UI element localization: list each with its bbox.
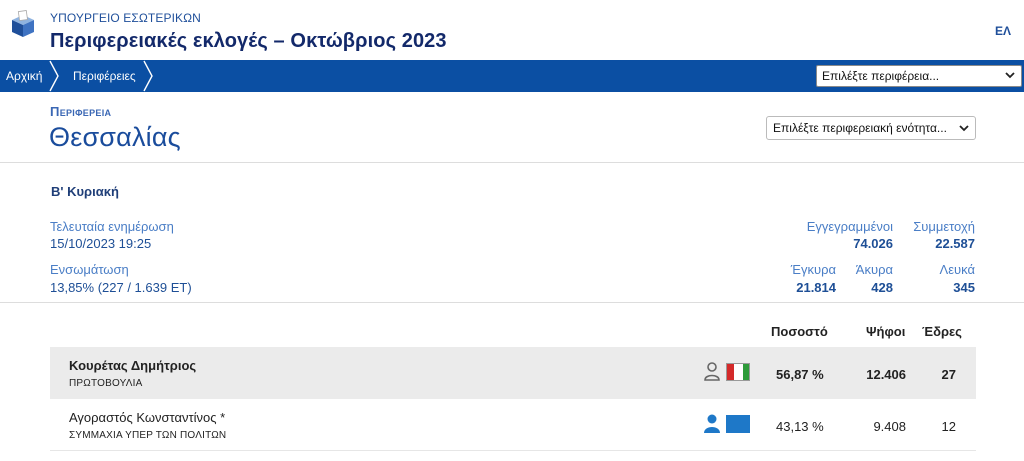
regional-unit-select[interactable]: Επιλέξτε περιφερειακή ενότητα...	[766, 116, 976, 140]
breadcrumb-regions[interactable]: Περιφέρειες	[73, 60, 136, 92]
seats-cell: 27	[941, 367, 956, 382]
person-outline-icon	[704, 362, 720, 381]
app-header: ΥΠΟΥΡΓΕΙΟ ΕΣΩΤΕΡΙΚΩΝ Περιφερειακές εκλογ…	[0, 0, 1024, 60]
divider	[0, 302, 1024, 303]
last-update-value: 15/10/2023 19:25	[50, 236, 152, 251]
turnout-value: 22.587	[935, 236, 975, 251]
region-select[interactable]: Επιλέξτε περιφέρεια...	[816, 65, 1022, 87]
registered-label: Εγγεγραμμένοι	[806, 219, 893, 234]
round-title: Β' Κυριακή	[51, 184, 119, 199]
column-header-percent: Ποσοστό	[771, 324, 828, 339]
language-switch[interactable]: ΕΛ	[995, 24, 1011, 38]
votes-cell: 9.408	[873, 419, 906, 434]
region-select-value: Επιλέξτε περιφέρεια...	[822, 69, 940, 83]
valid-label: Έγκυρα	[790, 262, 836, 277]
column-header-votes: Ψήφοι	[866, 324, 906, 339]
regional-unit-select-value: Επιλέξτε περιφερειακή ενότητα...	[773, 121, 947, 135]
blank-value: 345	[953, 280, 975, 295]
person-filled-icon	[704, 414, 720, 433]
invalid-value: 428	[871, 280, 893, 295]
candidate-name: Αγοραστός Κωνσταντίνος *	[69, 410, 226, 425]
party-colors-icon	[726, 363, 750, 381]
blank-label: Λευκά	[939, 262, 975, 277]
chevron-down-icon	[959, 125, 969, 132]
invalid-label: Άκυρα	[855, 262, 893, 277]
ballot-box-icon[interactable]	[8, 10, 38, 38]
chevron-right-icon	[49, 60, 59, 92]
seats-cell: 12	[941, 419, 956, 434]
party-name: ΣΥΜΜΑΧΙΑ ΥΠΕΡ ΤΩΝ ΠΟΛΙΤΩΝ	[69, 430, 227, 441]
last-update-label: Τελευταία ενημέρωση	[50, 219, 174, 234]
chevron-right-icon	[143, 60, 153, 92]
breadcrumb-home[interactable]: Αρχική	[6, 60, 42, 92]
region-label: Περιφερεια	[50, 104, 112, 119]
table-row[interactable]: Κουρέτας Δημήτριος ΠΡΩΤΟΒΟΥΛΙΑ 56,87 % 1…	[50, 347, 976, 399]
ministry-name[interactable]: ΥΠΟΥΡΓΕΙΟ ΕΣΩΤΕΡΙΚΩΝ	[50, 11, 201, 25]
registered-value: 74.026	[853, 236, 893, 251]
integration-label: Ενσωμάτωση	[50, 262, 129, 277]
integration-value: 13,85% (227 / 1.639 ΕΤ)	[50, 280, 192, 295]
party-name: ΠΡΩΤΟΒΟΥΛΙΑ	[69, 378, 143, 389]
valid-value: 21.814	[796, 280, 836, 295]
percent-cell: 56,87 %	[776, 367, 824, 382]
party-colors-icon	[726, 415, 750, 433]
candidate-name: Κουρέτας Δημήτριος	[69, 358, 197, 373]
table-row[interactable]: Αγοραστός Κωνσταντίνος * ΣΥΜΜΑΧΙΑ ΥΠΕΡ Τ…	[50, 399, 976, 451]
percent-cell: 43,13 %	[776, 419, 824, 434]
votes-cell: 12.406	[866, 367, 906, 382]
divider	[0, 162, 1024, 163]
chevron-down-icon	[1005, 72, 1015, 79]
app-title[interactable]: Περιφερειακές εκλογές – Οκτώβριος 2023	[50, 30, 447, 53]
column-header-seats: Έδρες	[922, 324, 962, 339]
page-title: Θεσσαλίας	[49, 122, 181, 152]
turnout-label: Συμμετοχή	[913, 219, 975, 234]
